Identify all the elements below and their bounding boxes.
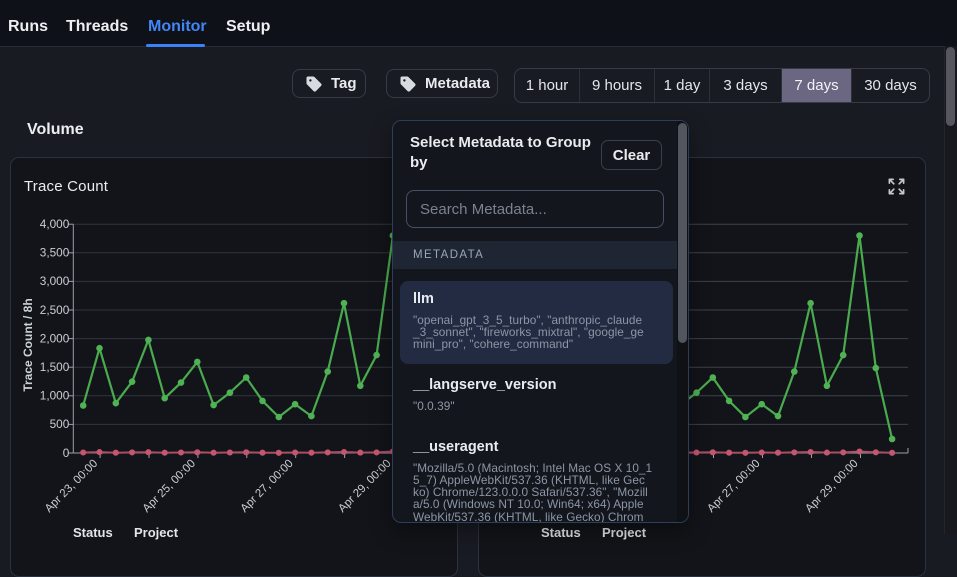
- svg-text:1,500: 1,500: [40, 360, 70, 374]
- svg-text:500: 500: [50, 417, 70, 431]
- svg-text:Apr 29, 00:00: Apr 29, 00:00: [336, 458, 393, 515]
- svg-text:2,500: 2,500: [40, 303, 70, 317]
- svg-text:Trace Count / 8h: Trace Count / 8h: [21, 298, 35, 391]
- svg-text:3,500: 3,500: [40, 246, 70, 260]
- svg-text:0: 0: [63, 446, 70, 460]
- svg-text:4,000: 4,000: [40, 217, 70, 231]
- svg-text:Apr 27, 00:00: Apr 27, 00:00: [705, 458, 762, 515]
- svg-text:Apr 27, 00:00: Apr 27, 00:00: [239, 458, 296, 515]
- svg-text:3,000: 3,000: [40, 274, 70, 288]
- svg-text:Apr 23, 00:00: Apr 23, 00:00: [43, 458, 100, 515]
- svg-text:Apr 25, 00:00: Apr 25, 00:00: [141, 458, 198, 515]
- svg-text:Apr 29, 00:00: Apr 29, 00:00: [803, 458, 860, 515]
- svg-text:2,000: 2,000: [40, 331, 70, 345]
- svg-text:1,000: 1,000: [40, 389, 70, 403]
